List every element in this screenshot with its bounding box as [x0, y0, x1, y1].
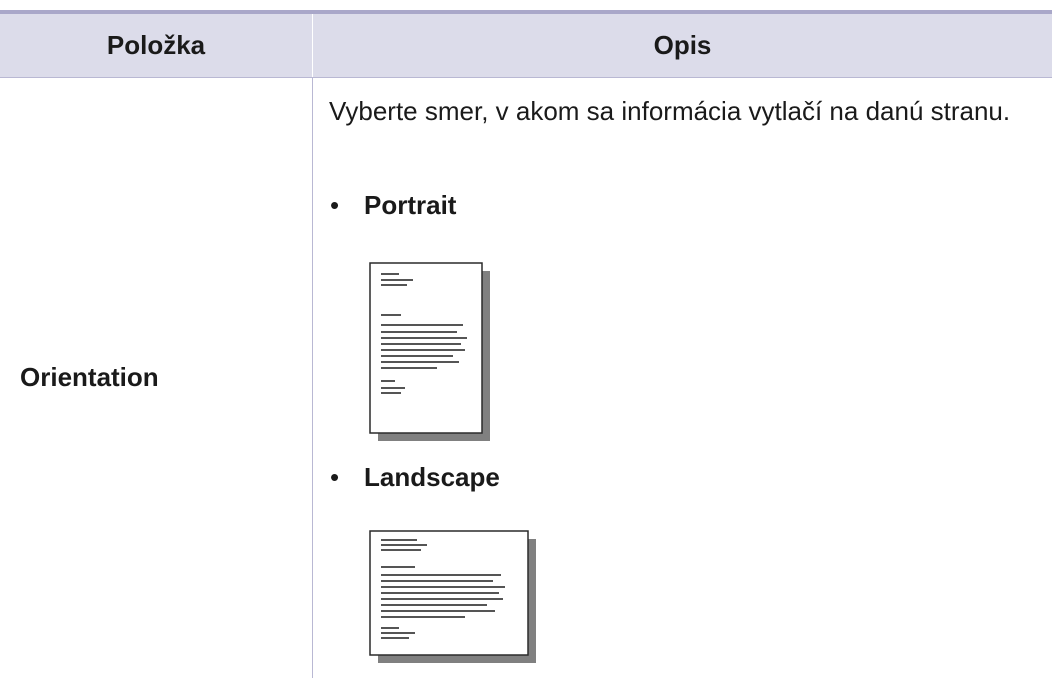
header-description: Opis [653, 30, 712, 60]
portrait-page-icon [369, 262, 490, 441]
column-divider [312, 78, 313, 678]
header-item: Položka [106, 30, 206, 60]
landscape-page-icon [369, 530, 536, 663]
bullet-dot: • [330, 462, 340, 492]
table-header-row: Položka Opis [0, 14, 1052, 78]
option-label: Portrait [364, 190, 457, 220]
option-portrait: • Portrait [330, 190, 456, 221]
bullet-dot: • [330, 190, 340, 220]
row-description-text: Vyberte smer, v akom sa informácia vytla… [329, 96, 1011, 126]
row-item-label: Orientation [20, 362, 159, 392]
option-landscape: • Landscape [330, 462, 500, 493]
option-label: Landscape [364, 462, 500, 492]
header-divider [312, 14, 313, 77]
